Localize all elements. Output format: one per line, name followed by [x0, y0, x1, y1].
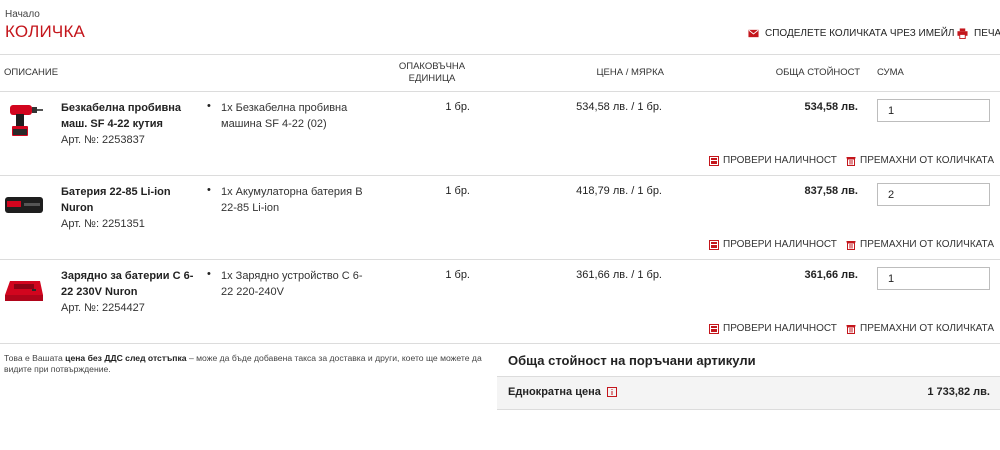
price-note: Това е Вашата цена без ДДС след отстъпка…	[4, 353, 494, 375]
price-note-bold: цена без ДДС след отстъпка	[65, 353, 187, 363]
line-total: 534,58 лв.	[804, 101, 858, 113]
product-name[interactable]: Батерия 22-85 Li-ion Nuron	[61, 184, 201, 216]
remove-from-cart-button[interactable]: ПРЕМАХНИ ОТ КОЛИЧКАТА	[846, 239, 994, 250]
drill-icon[interactable]	[2, 99, 46, 139]
pack-unit: 1 бр.	[445, 185, 470, 197]
charger-icon[interactable]	[2, 269, 46, 309]
column-header-qty: СУМА	[877, 67, 904, 78]
breadcrumb[interactable]: Начало	[5, 9, 40, 20]
price-note-pre: Това е Вашата	[4, 353, 66, 363]
column-header-pack-unit: ОПАКОВЪЧНА ЕДИНИЦА	[398, 61, 466, 84]
battery-icon[interactable]	[2, 185, 46, 225]
quantity-input[interactable]	[877, 267, 990, 290]
share-cart-email-button[interactable]: СПОДЕЛЕТЕ КОЛИЧКАТА ЧРЕЗ ИМЕЙЛ	[748, 28, 954, 39]
included-item: 1x Зарядно устройство C 6-22 220-240V	[221, 270, 363, 298]
one-time-price-value: 1 733,82 лв.	[927, 386, 990, 398]
cart-item-row: Зарядно за батерии C 6-22 230V Nuron Арт…	[0, 259, 1000, 343]
pack-unit: 1 бр.	[445, 101, 470, 113]
article-number: Арт. №: 2254427	[61, 302, 145, 314]
divider	[0, 343, 1000, 344]
printer-icon	[957, 28, 968, 39]
share-cart-label: СПОДЕЛЕТЕ КОЛИЧКАТА ЧРЕЗ ИМЕЙЛ	[765, 28, 955, 39]
check-availability-label: ПРОВЕРИ НАЛИЧНОСТ	[723, 323, 837, 334]
print-button[interactable]: ПЕЧАТ	[957, 28, 1000, 39]
store-icon	[709, 239, 719, 250]
check-availability-button[interactable]: ПРОВЕРИ НАЛИЧНОСТ	[709, 239, 837, 250]
column-header-total: ОБЩА СТОЙНОСТ	[775, 67, 860, 78]
store-icon	[709, 155, 719, 166]
check-availability-button[interactable]: ПРОВЕРИ НАЛИЧНОСТ	[709, 323, 837, 334]
check-availability-button[interactable]: ПРОВЕРИ НАЛИЧНОСТ	[709, 155, 837, 166]
article-number: Арт. №: 2251351	[61, 218, 145, 230]
quantity-input[interactable]	[877, 183, 990, 206]
line-total: 361,66 лв.	[804, 269, 858, 281]
product-name[interactable]: Безкабелна пробивна маш. SF 4-22 кутия	[61, 100, 201, 132]
article-number: Арт. №: 2253837	[61, 134, 145, 146]
remove-from-cart-button[interactable]: ПРЕМАХНИ ОТ КОЛИЧКАТА	[846, 155, 994, 166]
trash-icon	[846, 324, 856, 334]
included-item: 1x Безкабелна пробивна машина SF 4-22 (0…	[221, 102, 348, 130]
remove-from-cart-button[interactable]: ПРЕМАХНИ ОТ КОЛИЧКАТА	[846, 323, 994, 334]
info-icon[interactable]	[606, 387, 617, 397]
product-name[interactable]: Зарядно за батерии C 6-22 230V Nuron	[61, 268, 201, 300]
column-header-description: ОПИСАНИЕ	[4, 67, 59, 78]
one-time-price-label: Еднократна цена	[508, 386, 617, 398]
unit-price: 418,79 лв. / 1 бр.	[576, 185, 662, 197]
divider	[0, 54, 1000, 55]
trash-icon	[846, 240, 856, 250]
remove-from-cart-label: ПРЕМАХНИ ОТ КОЛИЧКАТА	[860, 155, 995, 166]
print-label: ПЕЧАТ	[974, 28, 1000, 39]
summary-title: Обща стойност на поръчани артикули	[508, 353, 756, 368]
trash-icon	[846, 156, 856, 166]
envelope-icon	[748, 29, 759, 38]
pack-unit: 1 бр.	[445, 269, 470, 281]
store-icon	[709, 323, 719, 334]
included-item: 1x Акумулаторна батерия B 22-85 Li-ion	[221, 186, 363, 214]
check-availability-label: ПРОВЕРИ НАЛИЧНОСТ	[723, 155, 837, 166]
remove-from-cart-label: ПРЕМАХНИ ОТ КОЛИЧКАТА	[860, 323, 995, 334]
remove-from-cart-label: ПРЕМАХНИ ОТ КОЛИЧКАТА	[860, 239, 995, 250]
cart-item-row: Батерия 22-85 Li-ion Nuron Арт. №: 22513…	[0, 175, 1000, 259]
page-title: КОЛИЧКА	[5, 22, 86, 41]
unit-price: 534,58 лв. / 1 бр.	[576, 101, 662, 113]
cart-item-row: Безкабелна пробивна маш. SF 4-22 кутия А…	[0, 91, 1000, 175]
quantity-input[interactable]	[877, 99, 990, 122]
bullet: •	[207, 100, 211, 112]
check-availability-label: ПРОВЕРИ НАЛИЧНОСТ	[723, 239, 837, 250]
bullet: •	[207, 184, 211, 196]
bullet: •	[207, 268, 211, 280]
one-time-price-text: Еднократна цена	[508, 386, 601, 398]
line-total: 837,58 лв.	[804, 185, 858, 197]
unit-price: 361,66 лв. / 1 бр.	[576, 269, 662, 281]
column-header-unit-price: ЦЕНА / МЯРКА	[596, 67, 664, 78]
